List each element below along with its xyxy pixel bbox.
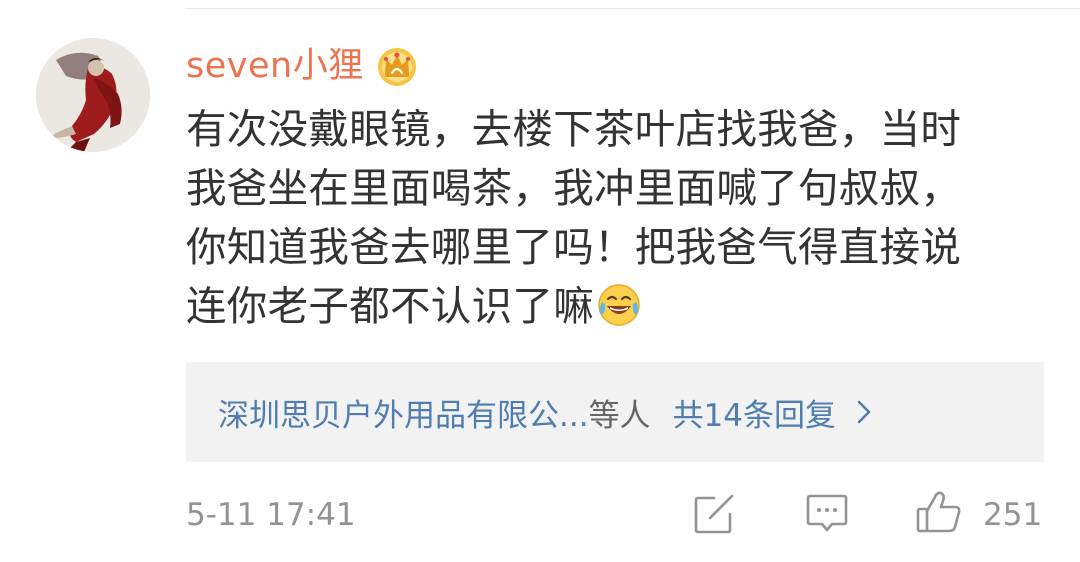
reply-count-link[interactable]: 共14条回复 — [673, 390, 836, 435]
reply-names-suffix: 等人 — [588, 397, 651, 434]
like-count: 251 — [983, 497, 1043, 533]
comment-icon[interactable] — [804, 492, 850, 536]
comment-body: 有次没戴眼镜，去楼下茶叶店找我爸，当时 我爸坐在里面喝茶，我冲里面喊了句叔叔， … — [186, 105, 962, 330]
comment-text: 有次没戴眼镜，去楼下茶叶店找我爸，当时 我爸坐在里面喝茶，我冲里面喊了句叔叔， … — [186, 100, 1056, 336]
like-thumbs-up-icon[interactable] — [915, 489, 963, 535]
comment-timestamp: 5-11 17:41 — [186, 497, 356, 533]
share-icon[interactable] — [692, 494, 736, 536]
username[interactable]: seven小狸 — [186, 38, 364, 94]
avatar[interactable] — [36, 38, 150, 152]
crown-icon — [377, 48, 416, 86]
top-divider — [185, 8, 1080, 9]
replies-summary[interactable]: 深圳思贝户外用品有限公... 等人 共14条回复 — [186, 362, 1044, 462]
chevron-right-icon — [857, 400, 871, 424]
username-row: seven小狸 — [186, 38, 420, 94]
reply-names[interactable]: 深圳思贝户外用品有限公... — [218, 390, 589, 435]
laughing-tears-emoji — [598, 284, 640, 326]
avatar-image — [36, 38, 150, 152]
